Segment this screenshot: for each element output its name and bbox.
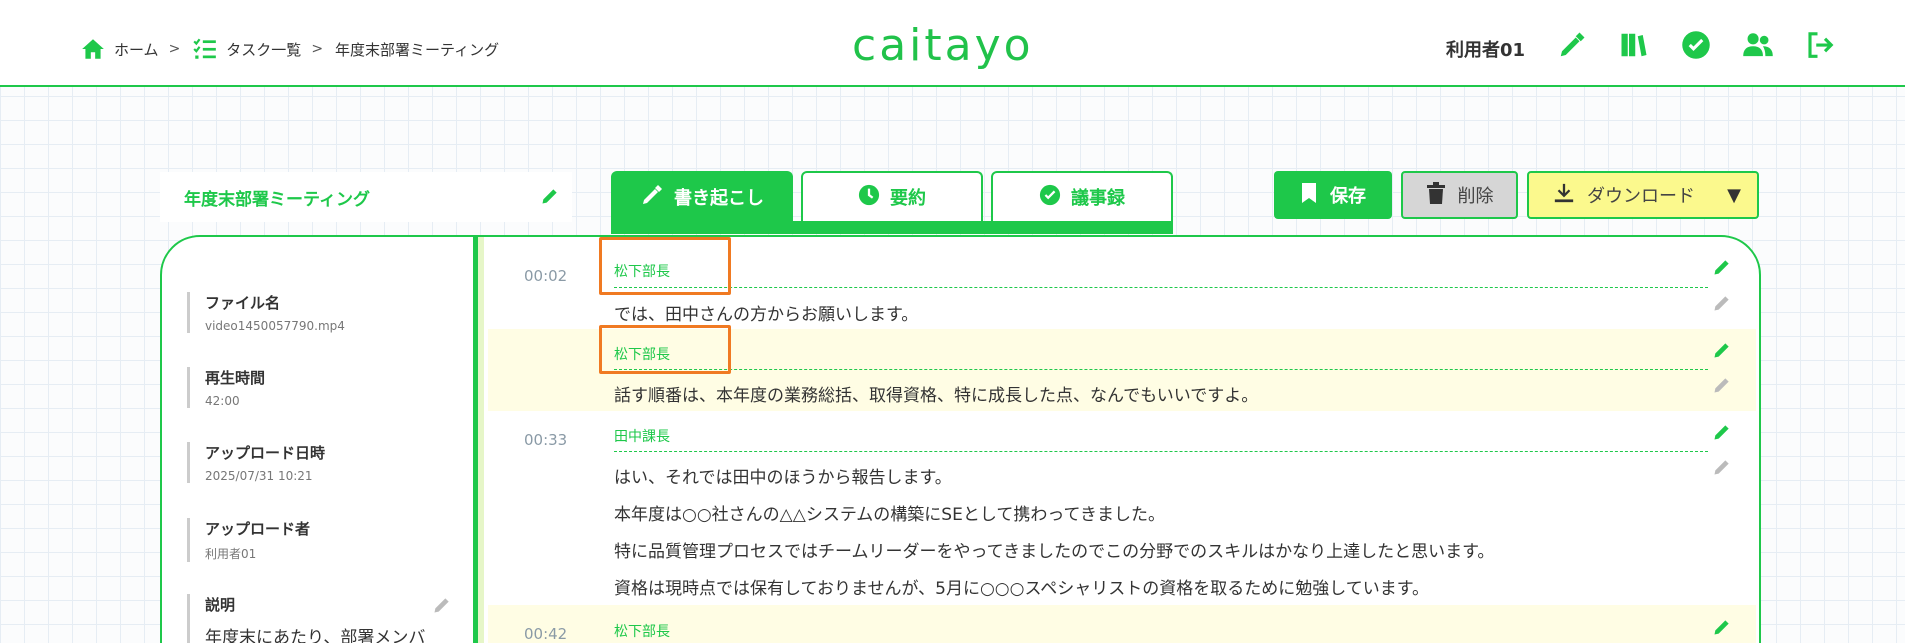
breadcrumb-task-list[interactable]: タスク一覧 [192,36,301,62]
document-title: 年度末部署ミーティング [184,189,370,210]
edit-description-icon[interactable] [432,595,452,619]
utterance-text[interactable]: 特に品質管理プロセスではチームリーダーをやってきましたのでこの分野でのスキルはか… [614,537,1494,562]
pen-nib-icon [640,183,664,212]
highlight-box [599,325,731,374]
description-label: 説明 [205,596,236,614]
clock-icon [858,184,880,211]
transcript-row: 00:42 松下部長 [488,605,1756,643]
edit-speaker-icon[interactable] [1712,422,1732,446]
edit-speaker-icon[interactable] [1712,257,1732,281]
file-name-value: video1450057790.mp4 [205,319,345,333]
uploader-label: アップロード者 [205,520,311,538]
chevron-right-icon: > [168,41,181,57]
utterance-text[interactable]: 資格は現時点では保有しておりませんが、5月に○○○スペシャリストの資格を取るため… [614,574,1429,599]
duration-field: 再生時間 42:00 [187,367,265,408]
uploader-field: アップロード者 利用者01 [187,518,310,562]
check-circle-icon[interactable] [1679,28,1713,62]
timestamp[interactable]: 00:33 [524,431,567,449]
download-dropdown[interactable]: ダウンロード ▼ [1527,171,1759,219]
breadcrumb-home-label: ホーム [114,40,159,59]
description-value: 年度末にあたり、部署メンバ [205,628,426,643]
book-icon[interactable] [1617,28,1651,62]
edit-title-icon[interactable] [540,186,560,211]
download-button-label: ダウンロード [1587,186,1695,207]
save-button[interactable]: 保存 [1274,171,1392,219]
header-icon-bar [1555,28,1837,62]
speaker-divider [614,451,1708,452]
breadcrumb-task-list-label: タスク一覧 [226,40,302,59]
download-icon [1553,182,1575,209]
breadcrumb-current: 年度末部署ミーティング [335,39,499,60]
users-icon[interactable] [1741,28,1775,62]
breadcrumb-home[interactable]: ホーム [80,36,159,62]
edit-speaker-icon[interactable] [1712,617,1732,641]
file-name-field: ファイル名 video1450057790.mp4 [187,292,345,333]
edit-text-icon[interactable] [1712,457,1732,481]
save-button-label: 保存 [1330,186,1366,207]
app-logo[interactable]: caitayo [852,20,1034,71]
home-icon [80,36,106,62]
utterance-text[interactable]: 話す順番は、本年度の業務総括、取得資格、特に成長した点、なんでもいいですよ。 [614,381,1258,406]
action-buttons: 保存 削除 ダウンロード ▼ [1274,171,1759,219]
speaker-name[interactable]: 松下部長 [614,621,670,641]
edit-text-icon[interactable] [1712,375,1732,399]
utterance-text[interactable]: はい、それでは田中のほうから報告します。 [614,463,952,488]
check-circle-icon [1039,184,1061,211]
bookmark-icon [1300,182,1318,209]
tab-minutes-label: 議事録 [1071,188,1125,209]
main-panel: ファイル名 video1450057790.mp4 再生時間 42:00 アップ… [160,235,1761,643]
caret-down-icon: ▼ [1727,184,1741,206]
speaker-divider [614,287,1708,288]
duration-value: 42:00 [205,394,240,408]
user-name: 利用者01 [1446,40,1526,61]
breadcrumb-current-label: 年度末部署ミーティング [335,40,500,59]
tab-minutes[interactable]: 議事録 [991,171,1173,221]
trash-icon [1426,181,1446,209]
timestamp[interactable]: 00:02 [524,267,567,285]
utterance-text[interactable]: 本年度は○○社さんの△△システムの構築にSEとして携わってきました。 [614,500,1165,525]
edit-text-icon[interactable] [1712,293,1732,317]
tab-transcription[interactable]: 書き起こし [611,171,793,221]
utterance-text[interactable]: では、田中さんの方からお願いします。 [614,300,918,325]
pen-nib-icon[interactable] [1555,28,1589,62]
uploaded-at-value: 2025/07/31 10:21 [205,469,313,483]
logo-text: caitayo [852,20,1034,71]
chevron-right-icon: > [311,41,324,57]
uploader-value: 利用者01 [205,547,257,561]
document-title-bar: 年度末部署ミーティング [160,172,572,222]
tab-underline [611,221,1173,234]
tab-transcription-label: 書き起こし [674,188,764,209]
speaker-name[interactable]: 田中課長 [614,426,670,446]
speaker-divider [614,369,1708,370]
logout-icon[interactable] [1803,28,1837,62]
task-list-icon [192,36,218,62]
app-header: ホーム > タスク一覧 > 年度末部署ミーティング caitayo 利用者01 [0,0,1905,87]
tab-summary-label: 要約 [890,188,926,209]
tab-summary[interactable]: 要約 [801,171,983,221]
delete-button[interactable]: 削除 [1401,171,1518,219]
uploaded-at-label: アップロード日時 [205,444,326,462]
view-tabs: 書き起こし 要約 議事録 [611,171,1173,221]
timestamp[interactable]: 00:42 [524,625,567,643]
description-field: 説明 年度末にあたり、部署メンバ [187,594,425,643]
duration-label: 再生時間 [205,369,266,387]
edit-speaker-icon[interactable] [1712,340,1732,364]
transcript-row: 00:33 田中課長 はい、それでは田中のほうから報告します。 本年度は○○社さ… [488,411,1756,605]
uploaded-at-field: アップロード日時 2025/07/31 10:21 [187,442,325,483]
file-info-sidebar: ファイル名 video1450057790.mp4 再生時間 42:00 アップ… [162,237,478,643]
breadcrumb: ホーム > タスク一覧 > 年度末部署ミーティング [80,36,499,62]
timeline-rail [478,237,484,643]
highlight-box [599,237,731,295]
file-name-label: ファイル名 [205,294,281,312]
delete-button-label: 削除 [1457,186,1494,207]
